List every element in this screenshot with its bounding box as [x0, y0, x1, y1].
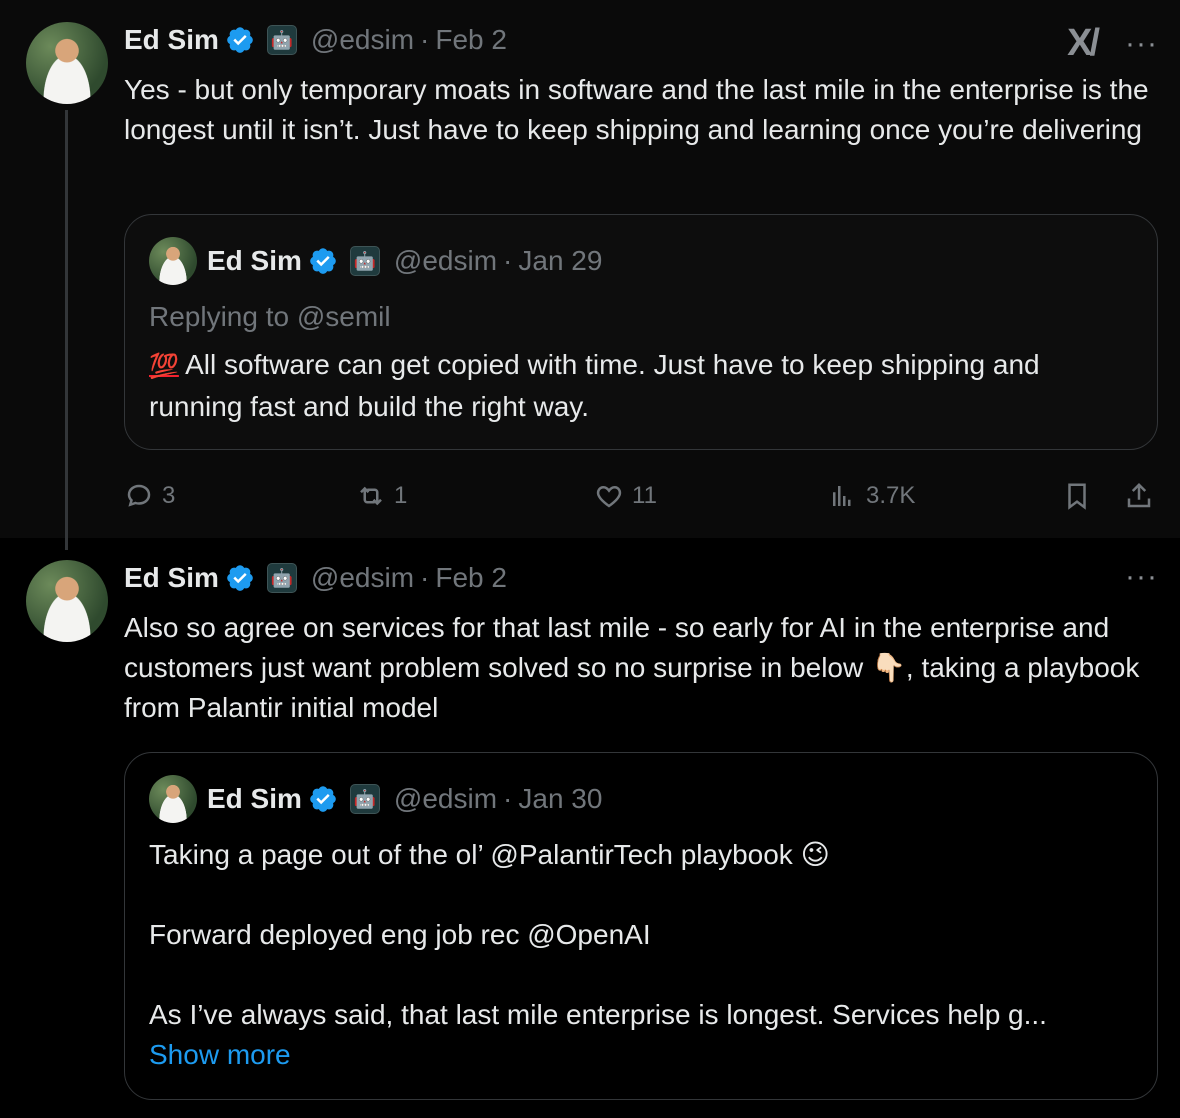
heart-icon	[596, 485, 622, 508]
more-options-icon[interactable]: ···	[1125, 560, 1158, 594]
separator-dot: ·	[420, 562, 430, 593]
thread-connector-line	[65, 110, 68, 550]
author-handle[interactable]: @edsim	[311, 562, 414, 594]
quote-header: Ed Sim 🤖 @edsim · Jan 29	[149, 237, 602, 285]
show-more-link[interactable]: Show more	[149, 1035, 1139, 1075]
bookmark-icon	[1068, 483, 1086, 510]
quote-date: Jan 29	[518, 245, 603, 276]
tweet-text: Yes - but only temporary moats in softwa…	[124, 74, 1149, 145]
repost-button[interactable]: 1	[356, 481, 407, 511]
author-name[interactable]: Ed Sim	[124, 24, 219, 56]
separator-dot: ·	[420, 24, 430, 55]
tweet-1[interactable]: Ed Sim 🤖 @edsim · Feb 2 X/ ··· Yes - but…	[0, 0, 1180, 538]
quote-avatar	[149, 237, 197, 285]
quote-line-2: Forward deployed eng job rec @OpenAI	[149, 919, 651, 950]
pointing-down-icon: 👇🏻	[871, 652, 906, 683]
quote-author-name: Ed Sim	[207, 783, 302, 814]
ai-bot-badge-icon[interactable]: 🤖	[266, 563, 297, 593]
views-button[interactable]: 3.7K	[828, 481, 915, 511]
verified-badge-icon[interactable]	[225, 563, 255, 593]
hundred-points-icon: 💯	[149, 353, 179, 380]
top-right-icons: ···	[1125, 560, 1158, 594]
repost-icon	[360, 486, 382, 506]
ai-bot-badge-icon: 🤖	[349, 246, 380, 276]
quote-author-name: Ed Sim	[207, 245, 302, 276]
verified-badge-icon[interactable]	[225, 25, 255, 55]
tweet-date[interactable]: Feb 2	[435, 562, 507, 594]
like-count: 11	[632, 482, 657, 509]
author-handle[interactable]: @edsim	[311, 24, 414, 56]
author-name[interactable]: Ed Sim	[124, 562, 219, 594]
share-icon	[1127, 482, 1151, 508]
share-button[interactable]	[1124, 481, 1154, 511]
verified-badge-icon	[308, 246, 338, 276]
avatar[interactable]	[26, 22, 108, 104]
verified-badge-icon	[308, 784, 338, 814]
replying-to: Replying to @semil	[149, 301, 391, 332]
quote-line-3: As I’ve always said, that last mile ente…	[149, 999, 1047, 1030]
reply-icon	[127, 484, 151, 507]
quote-header: Ed Sim 🤖 @edsim · Jan 30	[149, 775, 602, 823]
quote-body: All software can get copied with time. J…	[149, 349, 1040, 422]
tweet-2[interactable]: Ed Sim 🤖 @edsim · Feb 2 ··· Also so agre…	[0, 538, 1180, 1118]
tweet-date[interactable]: Feb 2	[435, 24, 507, 56]
quote-text: 💯 All software can get copied with time.…	[149, 345, 1139, 427]
repost-count: 1	[394, 482, 408, 509]
separator-dot: ·	[503, 783, 513, 814]
avatar[interactable]	[26, 560, 108, 642]
action-bar: 3 1 11 3.7K	[124, 476, 1164, 516]
ai-bot-badge-icon: 🤖	[349, 784, 380, 814]
quoted-tweet[interactable]: Ed Sim 🤖 @edsim · Jan 29 Replying to @se…	[124, 214, 1158, 450]
quote-line-1: Taking a page out of the ol’ @PalantirTe…	[149, 835, 1139, 875]
top-right-icons: X/ ···	[1067, 22, 1158, 65]
ai-bot-badge-icon[interactable]: 🤖	[266, 25, 297, 55]
quoted-tweet[interactable]: Ed Sim 🤖 @edsim · Jan 30 Taking a page o…	[124, 752, 1158, 1100]
views-count: 3.7K	[866, 482, 916, 509]
more-options-icon[interactable]: ···	[1125, 27, 1158, 61]
tweet-header: Ed Sim 🤖 @edsim · Feb 2	[124, 562, 507, 594]
tweet-header: Ed Sim 🤖 @edsim · Feb 2	[124, 24, 507, 56]
views-icon	[833, 486, 851, 506]
reply-button[interactable]: 3	[124, 481, 175, 511]
grok-icon[interactable]: X/	[1067, 22, 1100, 65]
quote-line-1-text: Taking a page out of the ol’ @PalantirTe…	[149, 839, 793, 870]
separator-dot: ·	[503, 245, 513, 276]
like-button[interactable]: 11	[594, 481, 657, 511]
reply-count: 3	[162, 482, 176, 509]
tweet-text: Also so agree on services for that last …	[124, 608, 1164, 728]
quote-author-handle: @edsim	[393, 783, 498, 814]
quote-author-handle: @edsim	[393, 245, 498, 276]
quote-date: Jan 30	[518, 783, 603, 814]
bookmark-button[interactable]	[1062, 481, 1092, 511]
quote-avatar	[149, 775, 197, 823]
winking-face-icon: 😉	[800, 839, 830, 870]
